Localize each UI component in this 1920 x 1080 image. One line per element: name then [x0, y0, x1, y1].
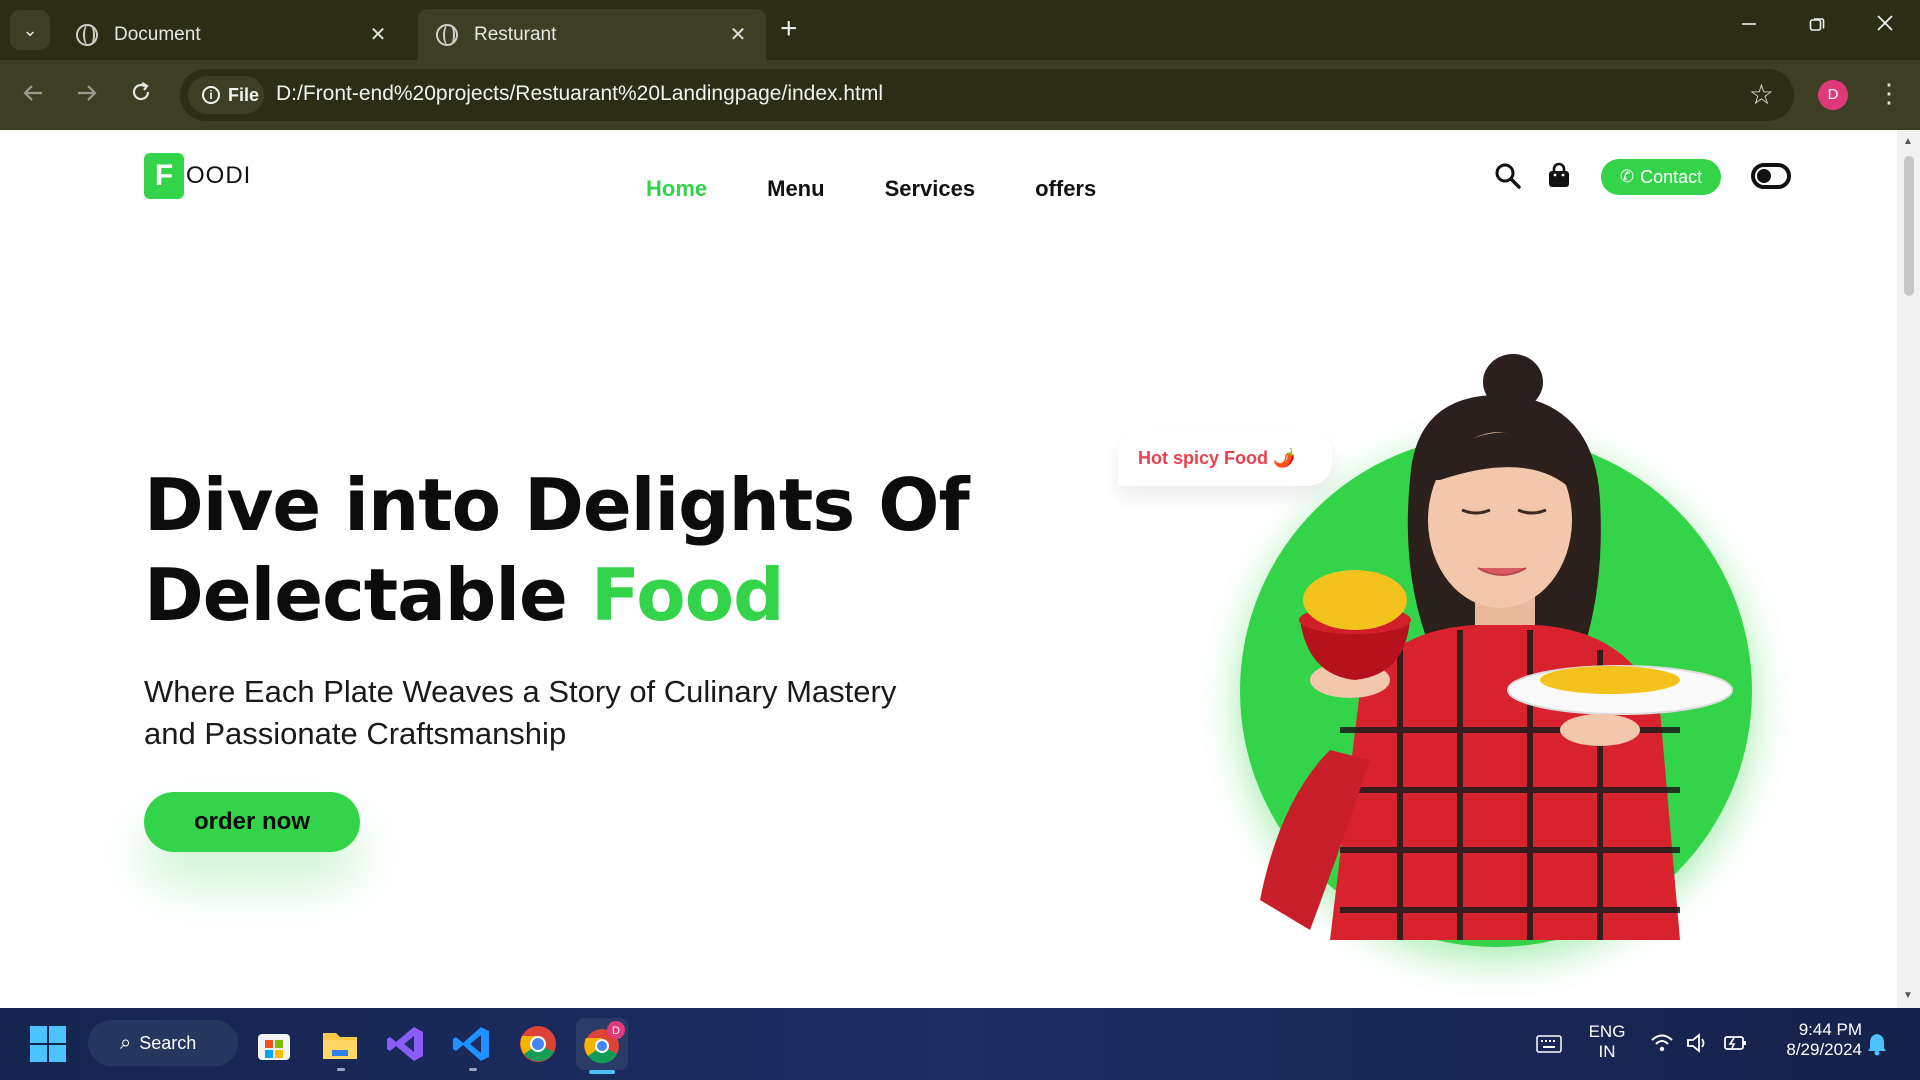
language-code: ENG	[1588, 1022, 1626, 1041]
app-running-indicator	[337, 1068, 345, 1071]
visual-studio-icon[interactable]	[386, 1024, 426, 1064]
contact-label: Contact	[1640, 166, 1703, 187]
restore-icon	[1809, 18, 1825, 31]
battery-charging-icon[interactable]	[1722, 1033, 1748, 1058]
hero-title-line1: Dive into Delights Of	[144, 463, 970, 547]
file-explorer-icon[interactable]	[320, 1024, 360, 1064]
arrow-left-icon	[23, 85, 42, 101]
chevron-down-icon: ⌄	[22, 19, 38, 40]
windows-start-icon[interactable]	[30, 1026, 66, 1067]
tab-title: Resturant	[474, 23, 557, 45]
tab-search-button[interactable]: ⌄	[10, 10, 50, 50]
arrow-right-icon	[78, 85, 97, 101]
chip-label: File	[228, 84, 260, 105]
hero-title-accent: Food	[590, 553, 785, 637]
logo-mark: F	[144, 153, 184, 199]
clock-date: 8/29/2024	[1786, 1040, 1862, 1059]
browser-tab-document[interactable]: Document ✕	[58, 9, 406, 60]
scroll-down-icon[interactable]: ▼	[1903, 990, 1913, 1001]
url-text[interactable]: D:/Front-end%20projects/Restuarant%20Lan…	[276, 82, 883, 106]
profile-avatar[interactable]: D	[1818, 80, 1848, 110]
hero-title: Dive into Delights Of Delectable Food	[144, 460, 970, 640]
close-icon[interactable]: ✕	[726, 22, 750, 47]
browser-tab-resturant[interactable]: Resturant ✕	[418, 9, 766, 60]
reload-button[interactable]	[122, 76, 160, 114]
toggle-knob	[1757, 169, 1771, 183]
globe-icon	[436, 23, 458, 46]
logo-text: OODI	[186, 162, 252, 189]
speech-bubble: Hot spicy Food 🌶️	[1118, 430, 1332, 486]
search-icon[interactable]	[1494, 162, 1522, 195]
forward-button[interactable]	[68, 76, 106, 114]
shopping-bag-icon[interactable]	[1547, 162, 1571, 195]
address-bar[interactable]: i File D:/Front-end%20projects/Restuaran…	[180, 69, 1794, 121]
site-info-chip[interactable]: i File	[188, 76, 264, 114]
restore-button[interactable]	[1794, 12, 1840, 38]
scroll-up-icon[interactable]: ▲	[1903, 136, 1913, 147]
active-app-indicator	[589, 1070, 615, 1074]
svg-text:D: D	[612, 1025, 620, 1037]
browser-toolbar: i File D:/Front-end%20projects/Restuaran…	[0, 60, 1920, 130]
chrome-icon[interactable]	[518, 1024, 558, 1064]
web-page: F OODI Home Menu Services offers ✆ Conta…	[0, 130, 1897, 1008]
nav-link-menu[interactable]: Menu	[767, 176, 824, 202]
order-now-button[interactable]: order now	[144, 792, 360, 852]
keyboard-icon[interactable]	[1536, 1034, 1562, 1059]
contact-button[interactable]: ✆ Contact	[1601, 159, 1721, 195]
nav-link-home[interactable]: Home	[646, 176, 707, 202]
close-window-button[interactable]	[1862, 12, 1908, 38]
wifi-icon[interactable]	[1650, 1032, 1674, 1059]
hero-woman-image	[1260, 354, 1733, 940]
chrome-profile-active-icon[interactable]: D	[576, 1018, 628, 1070]
more-menu-icon[interactable]: ⋮	[1876, 78, 1902, 109]
new-tab-button[interactable]: +	[780, 14, 798, 44]
close-icon[interactable]: ✕	[366, 22, 390, 47]
close-icon	[1877, 15, 1893, 31]
nav-link-services[interactable]: Services	[885, 176, 976, 202]
main-nav: Home Menu Services offers	[646, 176, 1156, 202]
taskbar-search[interactable]: ⌕ Search	[88, 1020, 238, 1066]
volume-icon[interactable]	[1686, 1032, 1710, 1059]
store-icon[interactable]	[254, 1024, 294, 1064]
minimize-button[interactable]	[1726, 12, 1772, 38]
browser-tab-bar: ⌄ Document ✕ Resturant ✕ +	[0, 0, 1920, 60]
back-button[interactable]	[14, 76, 52, 114]
region-code: IN	[1598, 1042, 1616, 1061]
clock[interactable]: 9:44 PM 8/29/2024	[1762, 1020, 1862, 1060]
phone-icon: ✆	[1619, 167, 1635, 186]
reload-icon	[132, 82, 150, 101]
search-icon: ⌕	[120, 1031, 132, 1054]
scroll-thumb[interactable]	[1904, 156, 1914, 296]
nav-link-offers[interactable]: offers	[1035, 176, 1096, 202]
hero-title-line2: Delectable	[144, 553, 568, 637]
windows-taskbar: ⌕ Search D ENG IN 9:44 PM 8/29/2024	[0, 1008, 1920, 1080]
theme-toggle[interactable]	[1751, 163, 1791, 189]
notification-bell-icon[interactable]	[1866, 1032, 1888, 1061]
globe-icon	[76, 23, 98, 46]
hero-subtitle: Where Each Plate Weaves a Story of Culin…	[144, 674, 897, 751]
bookmark-star-icon[interactable]: ☆	[1749, 78, 1774, 111]
page-scrollbar[interactable]: ▲ ▼	[1897, 130, 1920, 1008]
language-indicator[interactable]: ENG IN	[1584, 1022, 1630, 1062]
vscode-icon[interactable]	[452, 1024, 492, 1064]
site-logo[interactable]: F OODI	[144, 153, 251, 199]
taskbar-search-label: Search	[139, 1032, 197, 1053]
app-running-indicator	[469, 1068, 477, 1071]
info-icon: i	[202, 86, 220, 104]
tab-title: Document	[114, 23, 201, 45]
clock-time: 9:44 PM	[1798, 1020, 1862, 1039]
minimize-icon	[1742, 23, 1756, 25]
